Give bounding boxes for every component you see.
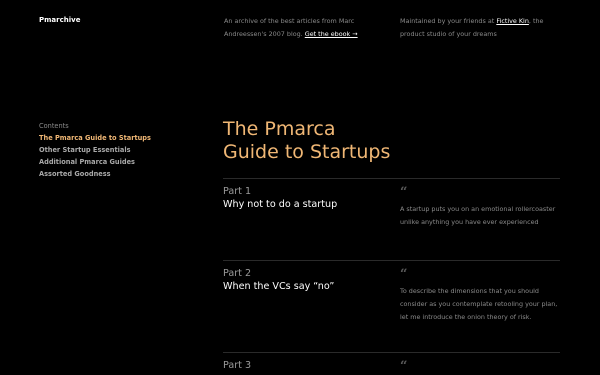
part-1-quote: A startup puts you on an emotional rolle…: [400, 205, 556, 226]
part-3-entry[interactable]: Part 3: [223, 360, 251, 372]
brand-logo-link[interactable]: Pmarchive: [39, 16, 80, 24]
get-ebook-link[interactable]: Get the ebook →: [305, 30, 358, 38]
toc-item-other-startup-essentials[interactable]: Other Startup Essentials: [39, 144, 151, 156]
table-of-contents: Contents The Pmarca Guide to Startups Ot…: [39, 120, 151, 180]
part-2-quote: To describe the dimensions that you shou…: [400, 287, 558, 321]
part-3-number: Part 3: [223, 360, 252, 371]
page: Pmarchive An archive of the best article…: [0, 0, 600, 375]
part-1-entry[interactable]: Part 1 Why not to do a startup: [223, 186, 337, 211]
toc-item-assorted-goodness[interactable]: Assorted Goodness: [39, 168, 151, 180]
maintained-by-block: Maintained by your friends at Fictive Ki…: [400, 15, 560, 41]
page-title-line-2: Guide to Startups: [223, 141, 391, 163]
part-divider: [223, 178, 560, 179]
toc-item-additional-pmarca-guides[interactable]: Additional Pmarca Guides: [39, 156, 151, 168]
part-divider: [223, 260, 560, 261]
part-1-number: Part 1: [223, 186, 252, 197]
quote-icon: “: [400, 267, 408, 282]
quote-icon: “: [400, 359, 408, 374]
part-2-entry[interactable]: Part 2 When the VCs say “no”: [223, 268, 334, 293]
maintained-text: Maintained by your friends at: [400, 17, 495, 25]
part-2-number: Part 2: [223, 268, 252, 279]
part-1-title-link[interactable]: Why not to do a startup: [223, 198, 337, 211]
quote-icon: “: [400, 185, 408, 200]
part-divider: [223, 352, 560, 353]
fictive-kin-link[interactable]: Fictive Kin: [496, 17, 529, 25]
page-title: The Pmarca Guide to Startups: [223, 118, 423, 164]
page-title-line-1: The Pmarca: [223, 118, 336, 140]
toc-heading: Contents: [39, 122, 69, 130]
part-2-title-link[interactable]: When the VCs say “no”: [223, 280, 334, 293]
toc-item-pmarca-guide-to-startups[interactable]: The Pmarca Guide to Startups: [39, 132, 151, 144]
intro-text-block: An archive of the best articles from Mar…: [224, 15, 369, 41]
